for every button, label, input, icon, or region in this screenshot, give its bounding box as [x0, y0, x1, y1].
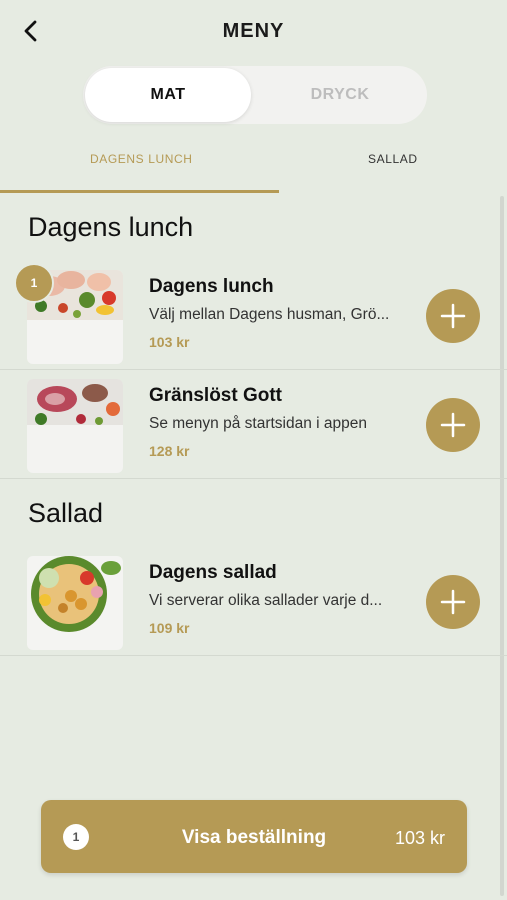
menu-item-dagens-sallad[interactable]: Dagens sallad Vi serverar olika sallader…	[0, 548, 507, 656]
active-tab-indicator	[0, 190, 279, 193]
top-bar: MENY	[0, 0, 507, 62]
dagens-sallad-image	[27, 556, 123, 650]
item-description: Vi serverar olika sallader varje d...	[149, 592, 383, 609]
order-total: 103 kr	[394, 828, 445, 848]
plus-icon	[440, 303, 466, 329]
item-price: 128 kr	[149, 443, 190, 459]
segment-mat[interactable]: MAT	[85, 68, 251, 122]
item-description: Se menyn på startsidan i appen	[149, 415, 367, 432]
page-title: MENY	[222, 20, 285, 42]
granslost-gott-image	[27, 379, 123, 473]
menu-item-granslost-gott[interactable]: Gränslöst Gott Se menyn på startsidan i …	[0, 371, 507, 479]
add-button[interactable]	[426, 575, 480, 629]
item-price: 103 kr	[149, 334, 190, 350]
item-price: 109 kr	[149, 620, 190, 636]
item-quantity-badge: 1	[14, 263, 54, 303]
menu-item-dagens-lunch[interactable]: 1 Dagens lunch Välj mellan Dagens husman…	[0, 262, 507, 370]
section-title-dagens-lunch: Dagens lunch	[28, 212, 194, 242]
item-name: Dagens lunch	[149, 276, 274, 297]
plus-icon	[440, 412, 466, 438]
view-order-button[interactable]: 1 Visa beställning 103 kr	[41, 800, 467, 873]
tab-sallad[interactable]: SALLAD	[368, 152, 418, 166]
tab-dagens-lunch[interactable]: DAGENS LUNCH	[90, 152, 193, 166]
plus-icon	[440, 589, 466, 615]
segment-dryck[interactable]: DRYCK	[257, 68, 423, 122]
item-name: Gränslöst Gott	[149, 385, 283, 406]
section-title-sallad: Sallad	[28, 498, 104, 528]
item-name: Dagens sallad	[149, 562, 277, 583]
item-description: Välj mellan Dagens husman, Grö...	[149, 306, 390, 323]
menu-type-switch: MAT DRYCK	[83, 66, 427, 124]
add-button[interactable]	[426, 398, 480, 452]
category-tabs: DAGENS LUNCH SALLAD	[0, 140, 507, 196]
add-button[interactable]	[426, 289, 480, 343]
